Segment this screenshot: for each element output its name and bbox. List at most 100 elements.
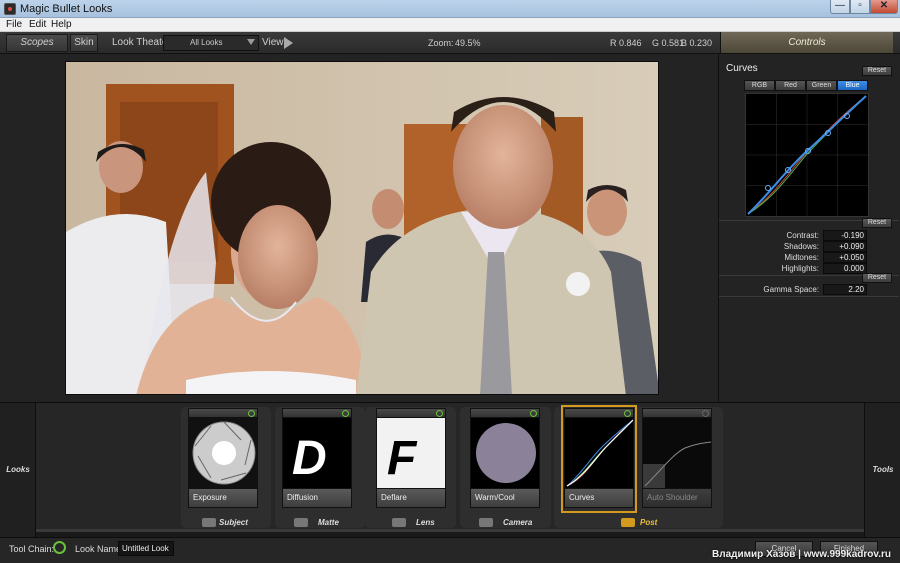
highlights-label: Highlights: [781, 264, 819, 273]
highlights-field[interactable]: 0.000 [823, 263, 867, 274]
contrast-field[interactable]: -0.190 [823, 230, 867, 241]
play-icon[interactable] [284, 37, 293, 49]
tile-name: Diffusion [282, 488, 352, 508]
title-bar: Magic Bullet Looks — ▫ ✕ [0, 0, 900, 18]
pixel-g-readout: G 0.581 [652, 38, 685, 48]
power-icon[interactable] [530, 410, 537, 417]
chain-panel: Exposure D Diffusion F Deflare Warm/Cool… [36, 403, 864, 532]
curve-graph [746, 94, 868, 216]
matte-icon [294, 518, 308, 527]
preview-image[interactable] [65, 61, 659, 395]
maximize-button[interactable]: ▫ [850, 0, 870, 14]
shadows-field[interactable]: +0.090 [823, 241, 867, 252]
menu-bar: File Edit Help [0, 18, 900, 32]
category-post: Post [640, 518, 658, 527]
shadows-label: Shadows: [783, 242, 819, 251]
preview-viewer [0, 54, 718, 402]
look-theater-select[interactable]: All Looks [163, 35, 259, 51]
app-icon [4, 3, 16, 15]
midtones-label: Midtones: [784, 253, 819, 262]
exposure-thumbnail [188, 418, 258, 488]
looks-side-tab[interactable]: Looks [0, 403, 36, 538]
post-icon [621, 518, 635, 527]
tools-side-tab[interactable]: Tools [864, 403, 900, 538]
gamma-space-label: Gamma Space: [763, 285, 819, 294]
tool-tile-warm-cool[interactable]: Warm/Cool [470, 408, 540, 510]
tab-scopes[interactable]: Scopes [6, 34, 68, 52]
power-icon[interactable] [702, 410, 709, 417]
look-theater-label: Look Theater [112, 37, 171, 48]
contrast-label: Contrast: [786, 231, 819, 240]
tool-chain-label: Tool Chain: [9, 544, 55, 554]
tool-chain-strip: Looks Exposure D Diffusion F Deflare War… [0, 402, 900, 538]
color-swatch-icon [476, 423, 536, 483]
tool-tile-deflare[interactable]: F Deflare [376, 408, 446, 510]
diffusion-letter: D [292, 432, 327, 485]
window-title: Magic Bullet Looks [20, 3, 113, 15]
controls-tab[interactable]: Controls [720, 32, 893, 53]
curves-thumbnail [564, 418, 634, 488]
looks-label: Looks [6, 465, 30, 474]
shoulder-curve-icon [643, 441, 711, 488]
aperture-icon [192, 421, 256, 485]
curve-point [765, 185, 771, 191]
camera-icon [479, 518, 493, 527]
minimize-button[interactable]: — [830, 0, 850, 14]
tile-name: Auto Shoulder [642, 488, 712, 508]
divider [719, 296, 899, 297]
power-icon[interactable] [624, 410, 631, 417]
auto-shoulder-thumbnail [642, 418, 712, 488]
app-window: Magic Bullet Looks — ▫ ✕ File Edit Help … [0, 0, 900, 563]
tab-skin[interactable]: Skin [70, 34, 98, 52]
look-name-input[interactable]: Untitled Look [118, 541, 174, 556]
look-name-label: Look Name: [75, 544, 124, 554]
curves-reset-button[interactable]: Reset [862, 66, 892, 76]
tone-reset-button[interactable]: Reset [862, 218, 892, 228]
tool-tile-diffusion[interactable]: D Diffusion [282, 408, 352, 510]
tool-chain-power-icon[interactable] [53, 541, 66, 554]
close-button[interactable]: ✕ [870, 0, 898, 14]
tile-name: Deflare [376, 488, 446, 508]
menu-file[interactable]: File [6, 19, 22, 30]
power-icon[interactable] [342, 410, 349, 417]
photographer-watermark: Владимир Хазов | www.999kadrov.ru [712, 549, 892, 560]
category-subject: Subject [219, 518, 248, 527]
controls-panel: Curves Reset RGB Red Green Blue Reset Co… [718, 54, 900, 402]
subject-icon [202, 518, 216, 527]
wedding-photo [66, 62, 658, 394]
zoom-value: 49.5% [455, 38, 481, 48]
category-lens: Lens [416, 518, 435, 527]
tools-label: Tools [872, 465, 894, 474]
tool-tile-exposure[interactable]: Exposure [188, 408, 258, 510]
power-icon[interactable] [436, 410, 443, 417]
view-label: View [262, 37, 284, 48]
chain-rail [36, 529, 864, 532]
tile-name: Exposure [188, 488, 258, 508]
lens-icon [392, 518, 406, 527]
tool-tile-auto-shoulder[interactable]: Auto Shoulder [642, 408, 712, 510]
tile-name: Curves [564, 488, 634, 508]
channel-blue-button[interactable]: Blue [837, 80, 868, 91]
pixel-b-readout: B 0.230 [681, 38, 713, 48]
curve-icon [566, 419, 633, 487]
category-matte: Matte [318, 518, 339, 527]
diffusion-thumbnail: D [282, 418, 352, 488]
pixel-r-readout: R 0.846 [610, 38, 642, 48]
channel-green-button[interactable]: Green [806, 80, 837, 91]
channel-rgb-button[interactable]: RGB [744, 80, 775, 91]
category-camera: Camera [503, 518, 533, 527]
toolbar: Scopes Skin Look Theater All Looks View … [0, 32, 900, 54]
gamma-space-field[interactable]: 2.20 [823, 284, 867, 295]
gamma-reset-button[interactable]: Reset [862, 273, 892, 283]
warm-cool-thumbnail [470, 418, 540, 488]
curve-editor[interactable] [745, 93, 869, 217]
menu-help[interactable]: Help [51, 19, 72, 30]
menu-edit[interactable]: Edit [29, 19, 46, 30]
power-icon[interactable] [248, 410, 255, 417]
curves-section-title: Curves [726, 63, 758, 74]
chevron-down-icon [247, 39, 255, 45]
tool-tile-curves[interactable]: Curves [561, 405, 637, 513]
footer-bar: Tool Chain: Look Name: Untitled Look Can… [0, 537, 900, 563]
channel-red-button[interactable]: Red [775, 80, 806, 91]
midtones-field[interactable]: +0.050 [823, 252, 867, 263]
